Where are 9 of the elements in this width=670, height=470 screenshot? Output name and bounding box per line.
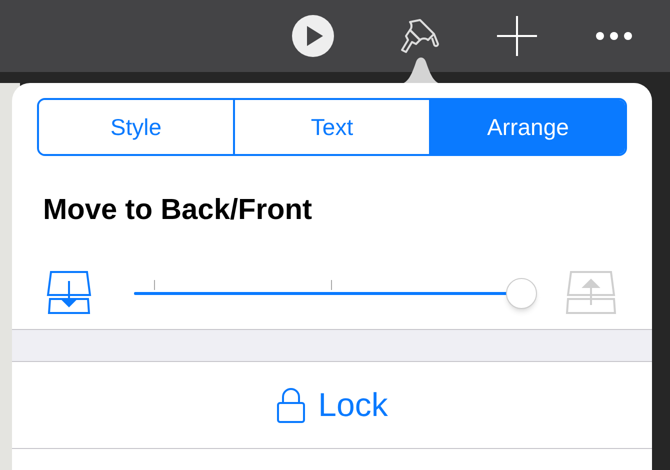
slider-thumb[interactable] bbox=[506, 278, 537, 309]
send-to-back-icon[interactable] bbox=[46, 271, 92, 315]
segment-tab[interactable]: Arrange bbox=[429, 100, 625, 154]
more-icon[interactable] bbox=[596, 31, 632, 41]
padlock-icon bbox=[276, 387, 306, 423]
plus-icon[interactable] bbox=[496, 15, 538, 57]
play-icon[interactable] bbox=[292, 15, 334, 57]
lock-button[interactable]: Lock bbox=[12, 362, 652, 449]
section-title: Move to Back/Front bbox=[43, 196, 314, 225]
